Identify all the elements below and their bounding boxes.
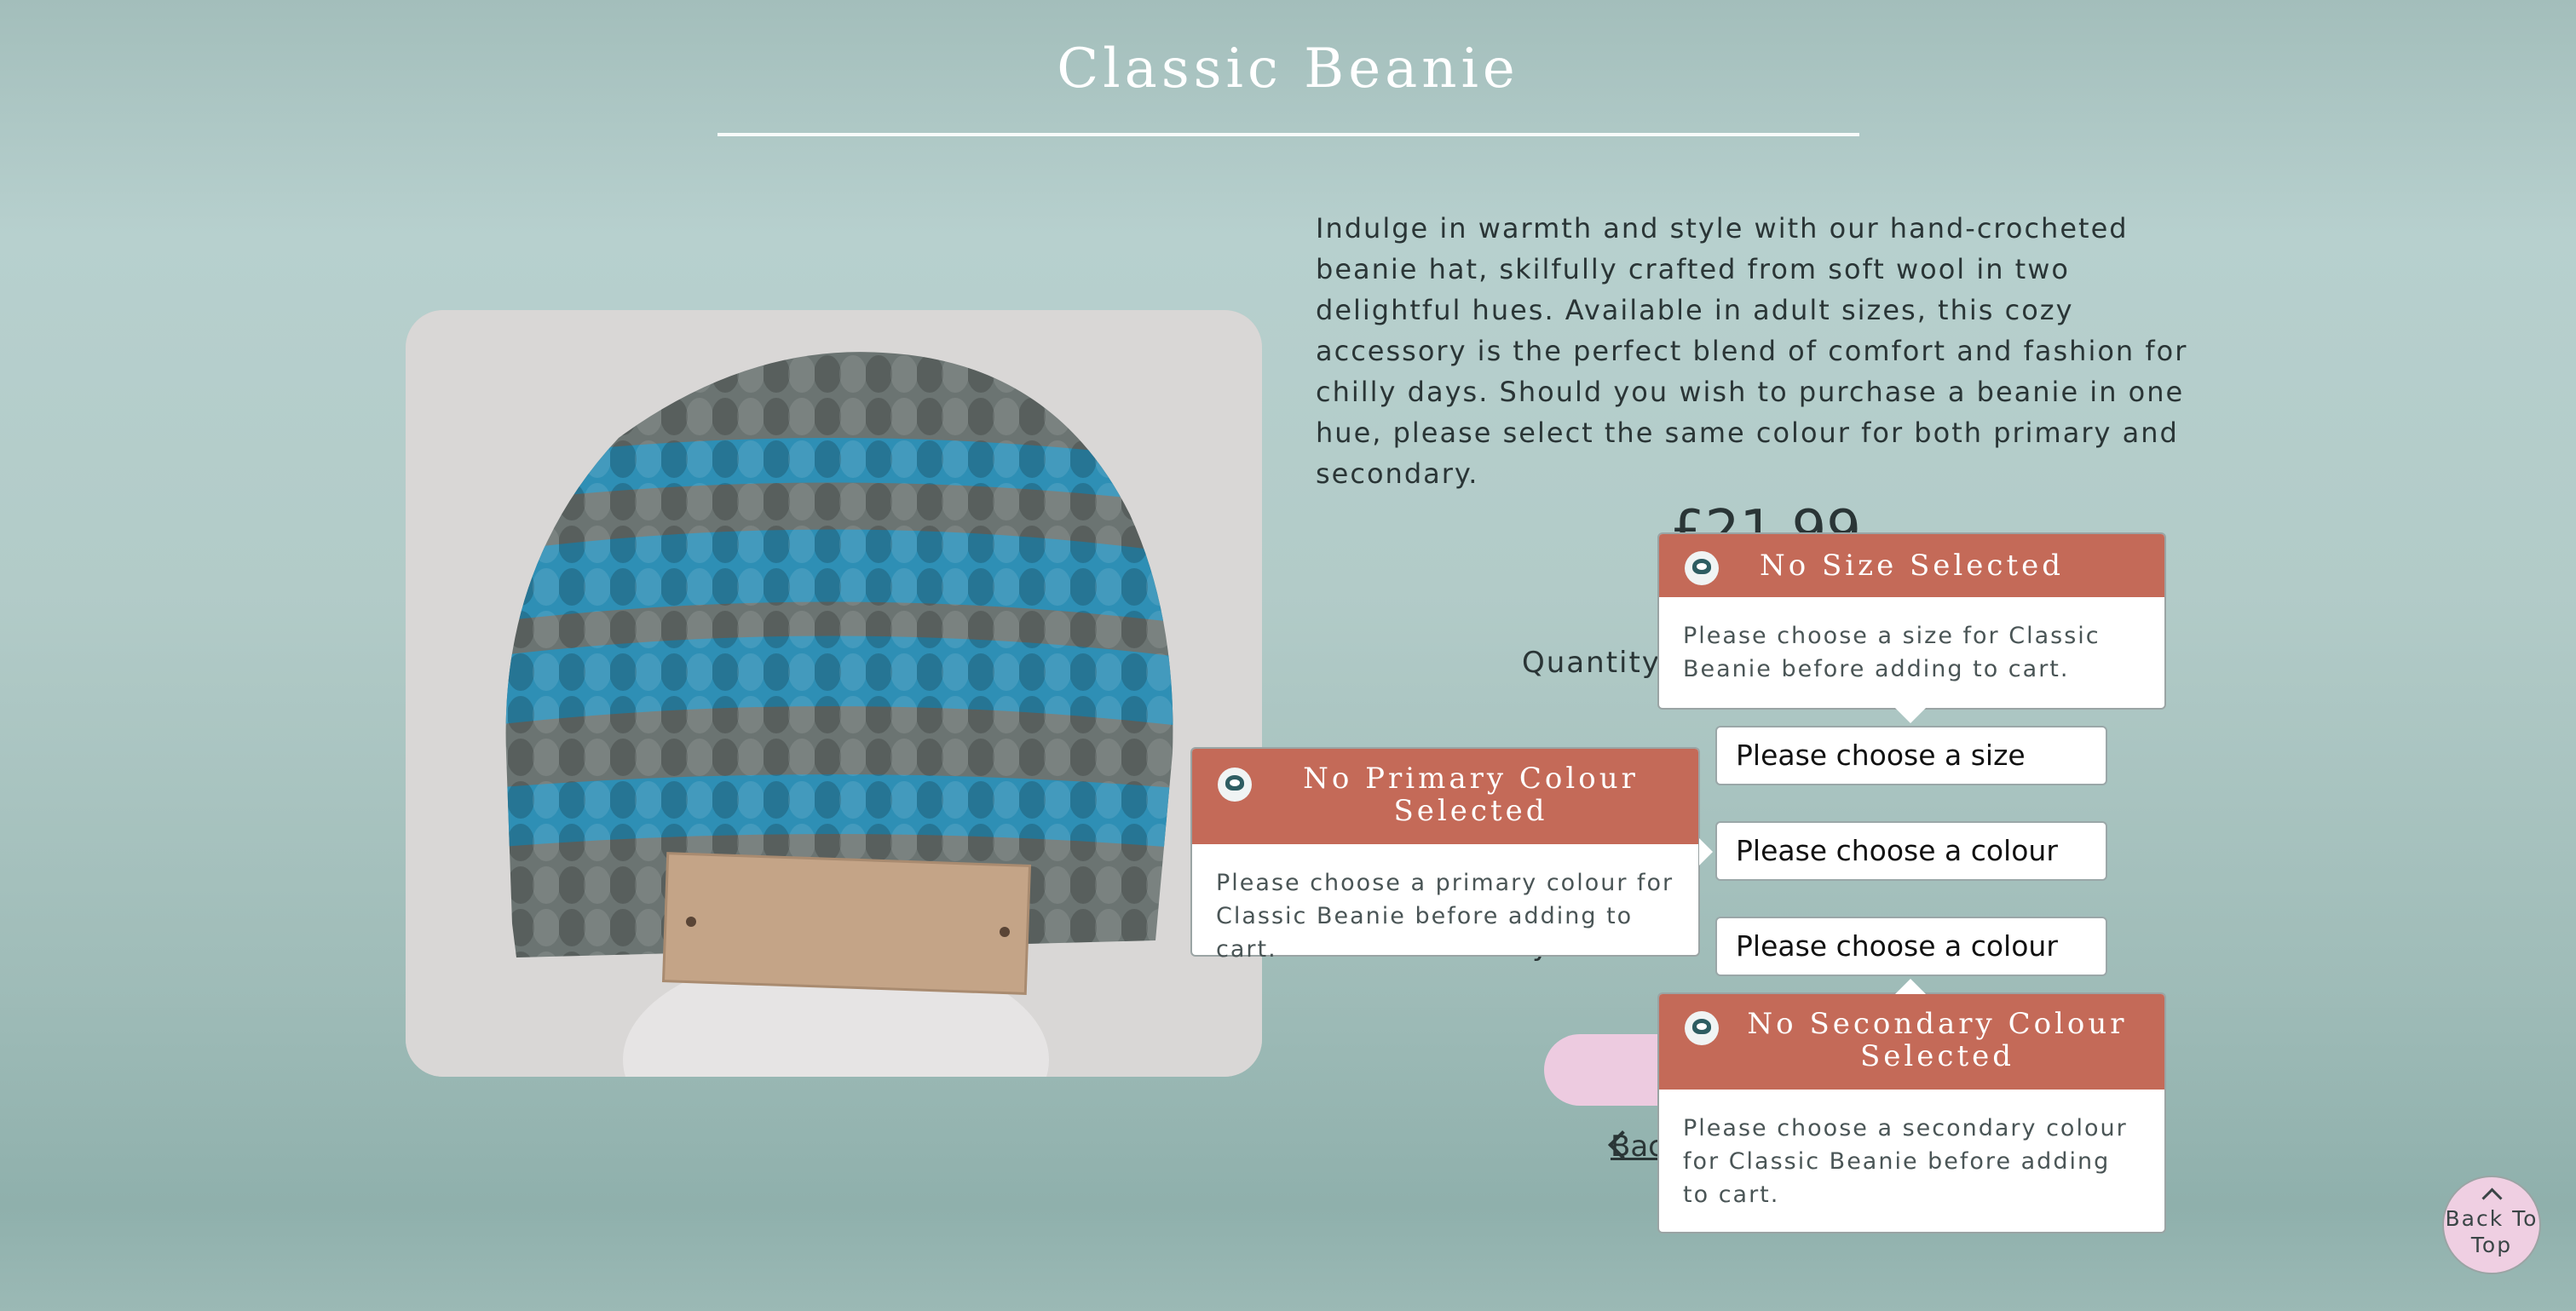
product-description: Indulge in warmth and style with our han… [1316, 212, 2188, 490]
size-alert-popup: No Size Selected Please choose a size fo… [1657, 532, 2166, 710]
primary-colour-alert-popup: No Primary Colour Selected Please choose… [1190, 747, 1700, 963]
secondary-colour-select[interactable]: Please choose a colour [1715, 917, 2107, 976]
primary-colour-select[interactable]: Please choose a colour [1715, 821, 2107, 881]
secondary-colour-alert-message: Please choose a secondary colour for Cla… [1683, 1115, 2128, 1208]
size-alert-pointer [1895, 708, 1926, 723]
primary-colour-alert-pointer [1699, 838, 1713, 865]
primary-colour-alert-header: No Primary Colour Selected [1192, 749, 1698, 844]
secondary-colour-alert-header: No Secondary Colour Selected [1659, 994, 2164, 1090]
chevron-up-icon [2481, 1187, 2503, 1209]
warning-owl-icon [1685, 551, 1719, 585]
back-to-top-button[interactable]: Back To Top [2442, 1176, 2541, 1274]
warning-owl-icon [1685, 1011, 1719, 1045]
title-divider [717, 133, 1859, 136]
quantity-label: Quantity: [1522, 646, 1670, 680]
page-title: Classic Beanie [1057, 37, 1519, 101]
product-image [406, 310, 1262, 1077]
size-alert-title: No Size Selected [1759, 549, 2065, 583]
secondary-colour-alert-title: No Secondary Colour Selected [1747, 1007, 2128, 1073]
size-alert-message: Please choose a size for Classic Beanie … [1683, 623, 2101, 682]
secondary-colour-alert-pointer [1895, 979, 1926, 994]
size-select[interactable]: Please choose a size [1715, 726, 2107, 785]
back-to-top-label: Back To Top [2445, 1206, 2539, 1257]
primary-colour-alert-title: No Primary Colour Selected [1303, 762, 1639, 828]
size-alert-header: No Size Selected [1659, 534, 2164, 597]
warning-owl-icon [1218, 768, 1252, 802]
primary-colour-alert-message: Please choose a primary colour for Class… [1216, 870, 1674, 963]
secondary-colour-alert-popup: No Secondary Colour Selected Please choo… [1657, 992, 2166, 1233]
